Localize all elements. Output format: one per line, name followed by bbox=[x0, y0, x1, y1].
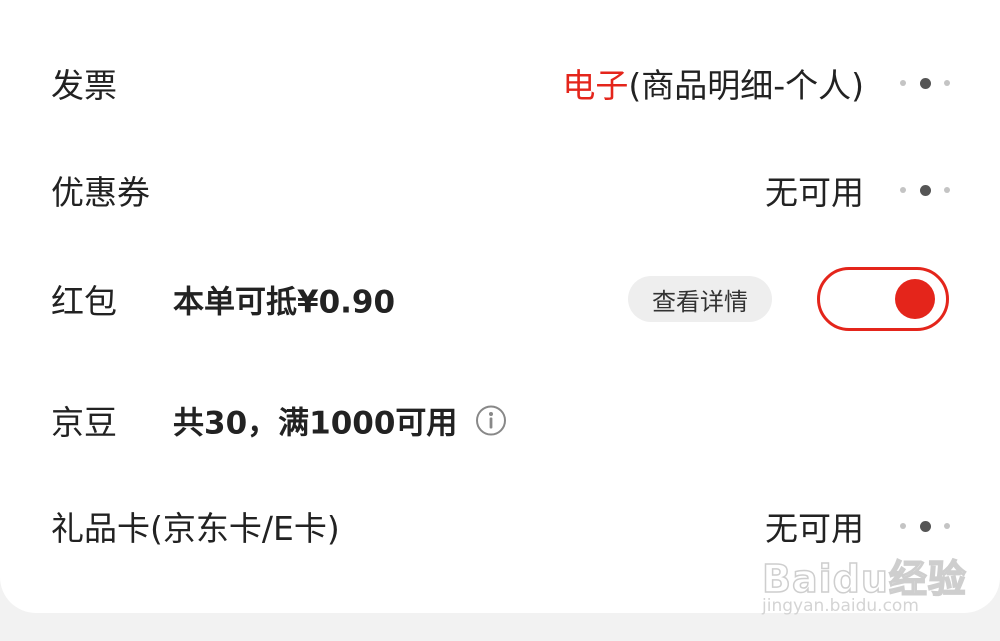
jingdou-label: 京豆 bbox=[51, 403, 117, 442]
gift-card-label: 礼品卡(京东卡/E卡) bbox=[51, 509, 340, 548]
jingdou-info: 共30，满1000可用 bbox=[173, 398, 507, 443]
red-packet-row: 红包 本单可抵¥0.90 查看详情 bbox=[0, 259, 1000, 339]
invoice-row[interactable]: 发票 电子(商品明细-个人) bbox=[0, 43, 1000, 123]
coupon-value: 无可用 bbox=[765, 173, 864, 212]
order-options-card: 发票 电子(商品明细-个人) 优惠券 无可用 红包 本单可抵¥0.90 查看详情… bbox=[0, 0, 1000, 613]
gift-card-value: 无可用 bbox=[765, 509, 864, 548]
red-packet-toggle[interactable] bbox=[817, 267, 949, 331]
info-icon[interactable] bbox=[475, 404, 507, 436]
gift-card-row[interactable]: 礼品卡(京东卡/E卡) 无可用 bbox=[0, 486, 1000, 566]
red-packet-label: 红包 bbox=[51, 282, 117, 321]
more-icon[interactable] bbox=[900, 73, 950, 93]
invoice-detail: (商品明细-个人) bbox=[628, 66, 864, 105]
invoice-value: 电子(商品明细-个人) bbox=[562, 59, 864, 107]
coupon-label: 优惠券 bbox=[51, 173, 150, 212]
more-icon[interactable] bbox=[900, 516, 950, 536]
jingdou-row: 京豆 共30，满1000可用 bbox=[0, 380, 1000, 460]
view-details-button[interactable]: 查看详情 bbox=[628, 276, 772, 322]
coupon-row[interactable]: 优惠券 无可用 bbox=[0, 150, 1000, 230]
invoice-type: 电子 bbox=[562, 66, 629, 105]
jingdou-info-text: 共30，满1000可用 bbox=[173, 405, 458, 442]
red-packet-deduct: 本单可抵¥0.90 bbox=[173, 284, 396, 321]
invoice-label: 发票 bbox=[51, 66, 117, 105]
toggle-knob bbox=[895, 279, 935, 319]
more-icon[interactable] bbox=[900, 180, 950, 200]
